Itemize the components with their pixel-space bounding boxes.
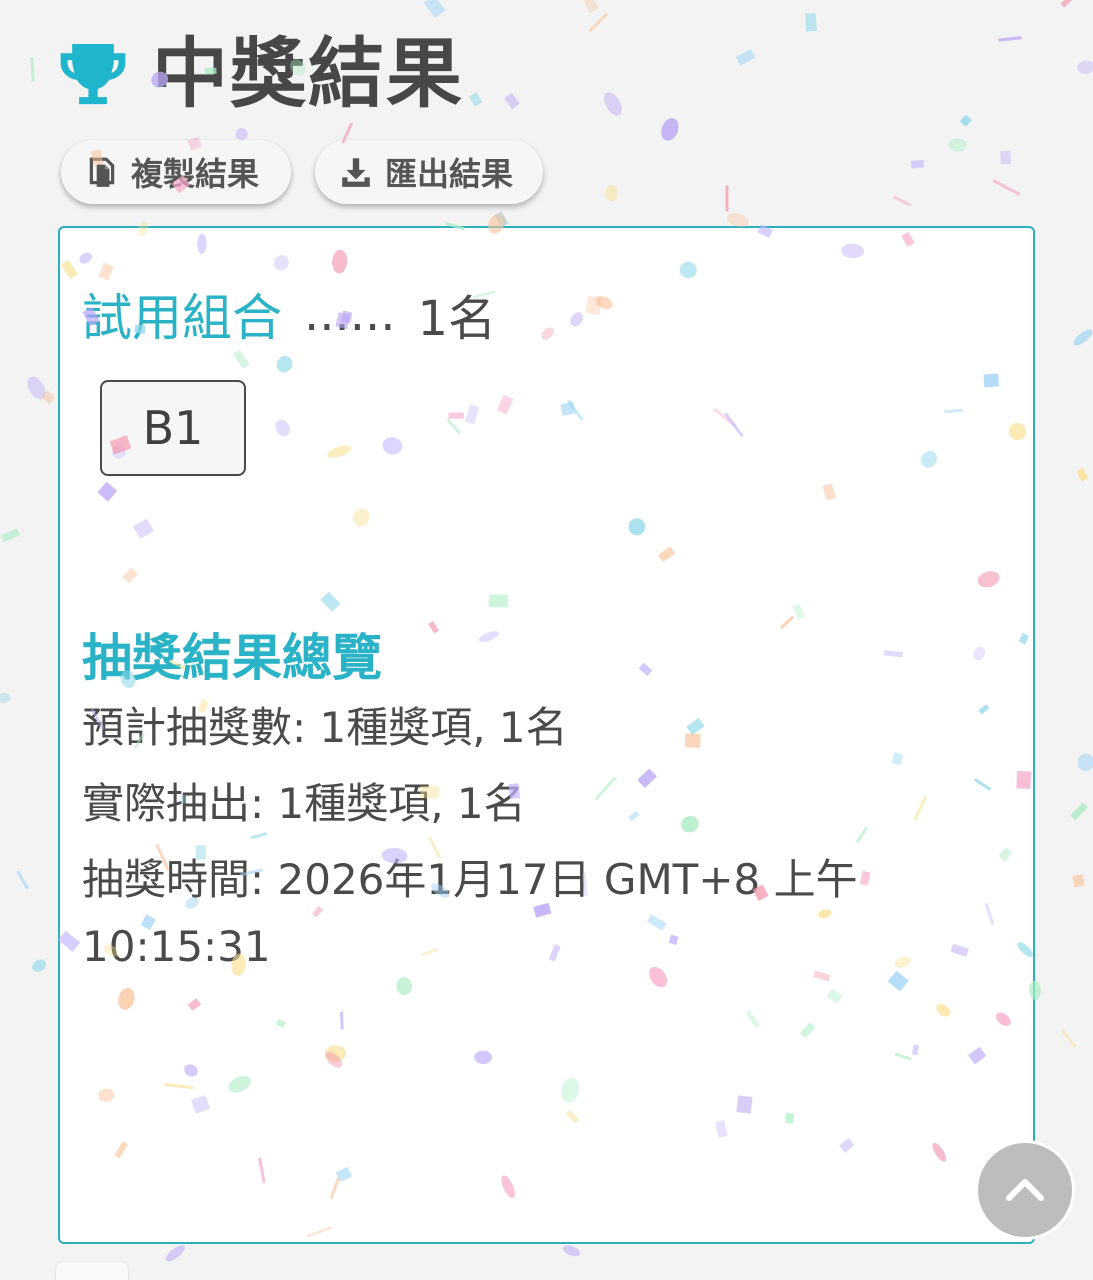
page-header: 中獎結果 bbox=[56, 36, 464, 112]
copy-icon bbox=[89, 157, 115, 187]
confetti-piece bbox=[892, 195, 912, 207]
confetti-piece bbox=[235, 127, 248, 141]
prize-count: 1名 bbox=[417, 291, 497, 347]
confetti-piece bbox=[1077, 60, 1093, 75]
confetti-piece bbox=[910, 159, 925, 169]
confetti-piece bbox=[661, 118, 679, 141]
winner-chip[interactable]: B1 bbox=[100, 380, 246, 476]
confetti-piece bbox=[41, 390, 56, 405]
download-icon bbox=[342, 158, 370, 187]
confetti-piece bbox=[165, 1245, 185, 1262]
confetti-piece bbox=[32, 959, 47, 972]
confetti-piece bbox=[1070, 802, 1088, 821]
copy-results-button[interactable]: 複製結果 bbox=[61, 140, 291, 204]
confetti-piece bbox=[1076, 467, 1089, 482]
confetti-piece bbox=[583, 0, 599, 14]
confetti-piece bbox=[0, 692, 11, 704]
confetti-piece bbox=[959, 114, 972, 127]
next-card-stub bbox=[56, 1262, 128, 1280]
confetti-piece bbox=[1072, 874, 1085, 888]
copy-results-label: 複製結果 bbox=[131, 155, 260, 193]
summary-expected: 預計抽獎數: 1種獎項, 1名 bbox=[82, 703, 568, 752]
summary-time-continued: 10:15:31 bbox=[82, 922, 271, 971]
summary-title: 抽獎結果總覽 bbox=[82, 629, 382, 687]
confetti-piece bbox=[735, 48, 756, 66]
confetti-piece bbox=[588, 12, 609, 33]
confetti-piece bbox=[604, 92, 622, 116]
page-title: 中獎結果 bbox=[152, 29, 464, 118]
summary-time: 抽獎時間: 2026年1月17日 GMT+8 上午 bbox=[82, 855, 858, 904]
result-card: 試用組合 ...... 1名 B1 抽獎結果總覽 預計抽獎數: 1種獎項, 1名… bbox=[58, 226, 1035, 1244]
confetti-piece bbox=[1060, 1028, 1077, 1049]
confetti-piece bbox=[16, 870, 29, 890]
confetti-piece bbox=[805, 13, 817, 32]
confetti-piece bbox=[30, 57, 35, 82]
confetti-piece bbox=[27, 376, 46, 400]
prize-leader-dots: ...... bbox=[304, 286, 396, 342]
confetti-piece bbox=[562, 1245, 580, 1257]
confetti-piece bbox=[494, 211, 509, 228]
export-results-label: 匯出結果 bbox=[385, 155, 514, 193]
confetti-piece bbox=[1073, 329, 1093, 346]
prize-name: 試用組合 bbox=[82, 289, 282, 347]
confetti-piece bbox=[1060, 0, 1075, 8]
confetti-piece bbox=[1077, 753, 1093, 772]
confetti-piece bbox=[468, 92, 483, 107]
confetti-piece bbox=[948, 138, 967, 152]
confetti-piece bbox=[423, 0, 446, 19]
confetti-piece bbox=[504, 92, 520, 110]
scroll-to-top-button[interactable] bbox=[975, 1140, 1075, 1240]
confetti-piece bbox=[1, 528, 21, 543]
summary-actual: 實際抽出: 1種獎項, 1名 bbox=[82, 779, 526, 828]
chevron-up-icon bbox=[1006, 1179, 1044, 1201]
confetti-piece bbox=[998, 36, 1022, 42]
trophy-icon bbox=[60, 43, 126, 105]
export-results-button[interactable]: 匯出結果 bbox=[315, 140, 543, 204]
confetti-piece bbox=[605, 184, 618, 202]
confetti-piece bbox=[1000, 150, 1012, 165]
confetti-piece bbox=[992, 179, 1021, 196]
confetti-piece bbox=[725, 185, 729, 212]
prize-row: 試用組合 ...... 1名 bbox=[82, 278, 496, 350]
